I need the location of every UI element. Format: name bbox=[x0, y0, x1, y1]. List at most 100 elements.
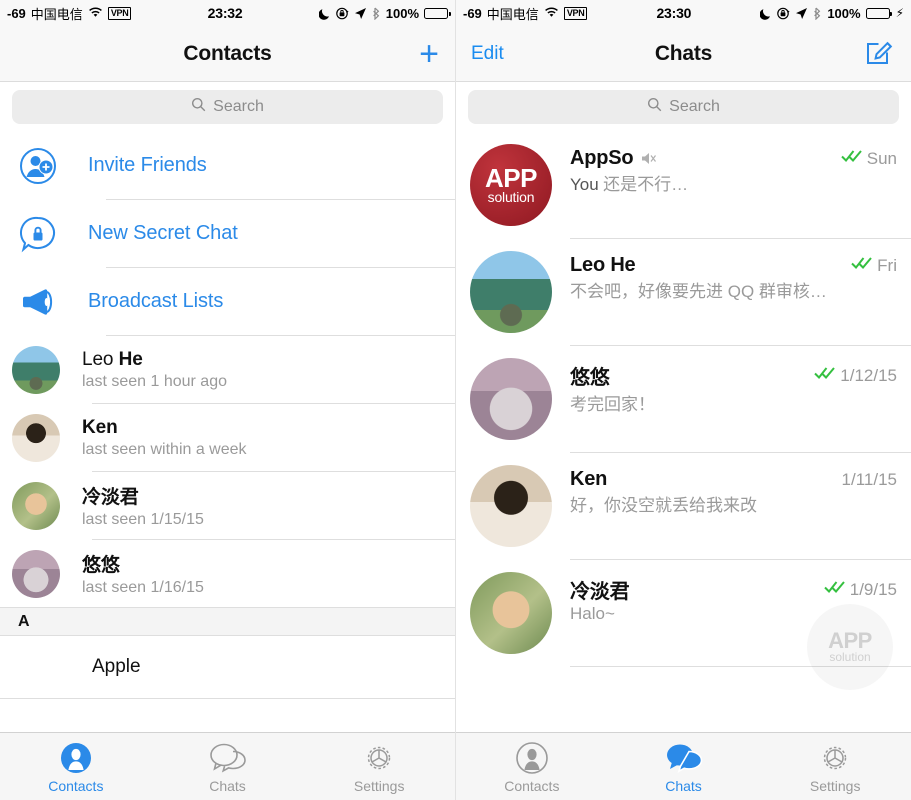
add-person-icon bbox=[18, 146, 58, 186]
avatar-logo-line2: solution bbox=[487, 188, 535, 205]
contact-row[interactable]: 悠悠 last seen 1/16/15 bbox=[0, 540, 455, 607]
chat-preview: 还是不行… bbox=[603, 175, 689, 194]
chat-row[interactable]: APP solution AppSo Sun You 还是不行… bbox=[456, 132, 911, 238]
avatar: APP solution bbox=[470, 144, 552, 226]
contact-row[interactable]: 冷淡君 last seen 1/15/15 bbox=[0, 472, 455, 539]
clock: 23:30 bbox=[656, 5, 692, 21]
moon-icon bbox=[318, 7, 331, 20]
tab-label: Contacts bbox=[48, 777, 104, 794]
avatar bbox=[470, 572, 552, 654]
chats-list: APP solution AppSo Sun You 还是不行… Leo He … bbox=[456, 132, 911, 667]
person-icon bbox=[60, 740, 92, 774]
invite-friends-row[interactable]: Invite Friends bbox=[0, 132, 455, 199]
search-placeholder: Search bbox=[213, 98, 264, 115]
contact-row-apple[interactable]: Apple bbox=[0, 636, 455, 698]
avatar bbox=[470, 358, 552, 440]
chat-timestamp: Fri bbox=[877, 255, 897, 275]
chat-preview: 不会吧，好像要先进 QQ 群审核… bbox=[570, 282, 827, 301]
avatar bbox=[12, 481, 60, 530]
moon-icon bbox=[760, 7, 772, 20]
chat-timestamp: 1/12/15 bbox=[840, 365, 897, 385]
chat-preview: 考完回家！ bbox=[570, 395, 655, 414]
edit-button[interactable]: Edit bbox=[471, 43, 504, 65]
signal-strength: -69 bbox=[463, 5, 482, 21]
avatar bbox=[12, 345, 60, 394]
contact-name: 冷淡君 bbox=[82, 487, 139, 508]
battery-percent: 100% bbox=[827, 5, 861, 21]
chat-row[interactable]: 冷淡君 1/9/15 Halo~ bbox=[456, 560, 911, 666]
chat-row[interactable]: Leo He Fri 不会吧，好像要先进 QQ 群审核… bbox=[456, 239, 911, 345]
contact-name: Ken bbox=[82, 416, 118, 438]
tab-contacts[interactable]: Contacts bbox=[0, 740, 152, 794]
search-input[interactable]: Search bbox=[468, 90, 899, 124]
contact-last-seen: last seen within a week bbox=[82, 440, 247, 458]
search-icon bbox=[191, 97, 206, 117]
search-container-chats: Search bbox=[456, 82, 911, 132]
chat-name: AppSo bbox=[570, 147, 634, 169]
location-arrow-icon bbox=[354, 7, 367, 20]
signal-strength: -69 bbox=[7, 5, 26, 21]
chat-timestamp: Sun bbox=[866, 148, 897, 168]
chat-timestamp: 1/9/15 bbox=[849, 579, 897, 599]
tab-label: Settings bbox=[353, 777, 405, 794]
tab-settings[interactable]: Settings bbox=[303, 740, 455, 794]
chat-bubbles-icon bbox=[209, 740, 247, 774]
avatar bbox=[12, 549, 60, 598]
chat-timestamp: 1/11/15 bbox=[841, 469, 897, 489]
dual-screenshot: -69 中国电信 VPN 23:32 100% Contacts + Searc… bbox=[0, 0, 911, 800]
contact-row[interactable]: Ken last seen within a week bbox=[0, 404, 455, 471]
vpn-indicator: VPN bbox=[107, 6, 132, 20]
row-divider bbox=[570, 666, 911, 667]
tab-label: Contacts bbox=[504, 777, 560, 794]
search-container-contacts: Search bbox=[0, 82, 455, 132]
battery-percent: 100% bbox=[385, 5, 419, 21]
read-receipt-icon bbox=[824, 580, 846, 599]
avatar-logo-line1: APP bbox=[485, 162, 537, 193]
read-receipt-icon bbox=[814, 366, 836, 385]
tab-label: Chats bbox=[665, 777, 702, 794]
tab-settings[interactable]: Settings bbox=[759, 740, 911, 794]
tab-contacts[interactable]: Contacts bbox=[456, 740, 608, 794]
gear-icon bbox=[819, 740, 851, 774]
mute-icon bbox=[640, 151, 657, 166]
plus-icon[interactable]: + bbox=[419, 37, 439, 71]
status-bar-right: -69 中国电信 VPN 23:30 100% ⚡ bbox=[456, 0, 911, 26]
chat-row[interactable]: Ken 1/11/15 好，你没空就丢给我来改 bbox=[456, 453, 911, 559]
read-receipt-icon bbox=[851, 256, 873, 275]
compose-button[interactable] bbox=[865, 36, 895, 71]
chat-sender: You bbox=[570, 175, 599, 194]
tab-bar-left: Contacts Chats Settings bbox=[0, 732, 455, 800]
add-contact-button[interactable]: + bbox=[419, 37, 439, 71]
nav-bar-contacts: Contacts + bbox=[0, 26, 455, 82]
chats-screen: -69 中国电信 VPN 23:30 100% ⚡ Edit Chats Sea… bbox=[455, 0, 911, 800]
chat-row[interactable]: 悠悠 1/12/15 考完回家！ bbox=[456, 346, 911, 452]
invite-friends-label: Invite Friends bbox=[88, 154, 207, 176]
contact-name: 悠悠 bbox=[82, 555, 120, 576]
avatar bbox=[470, 465, 552, 547]
tab-chats[interactable]: Chats bbox=[608, 740, 760, 794]
tab-label: Chats bbox=[209, 777, 246, 794]
broadcast-lists-label: Broadcast Lists bbox=[88, 290, 224, 312]
carrier-name: 中国电信 bbox=[30, 6, 83, 22]
lock-chat-icon bbox=[18, 214, 58, 254]
search-placeholder: Search bbox=[669, 98, 720, 115]
battery-icon bbox=[424, 7, 451, 19]
vpn-indicator: VPN bbox=[563, 6, 588, 20]
location-arrow-icon bbox=[795, 7, 808, 20]
contact-row[interactable]: Leo He last seen 1 hour ago bbox=[0, 336, 455, 403]
compose-icon[interactable] bbox=[865, 36, 895, 71]
new-secret-chat-label: New Secret Chat bbox=[88, 222, 238, 244]
tab-chats[interactable]: Chats bbox=[152, 740, 304, 794]
chat-name: Ken bbox=[570, 468, 608, 490]
clock: 23:32 bbox=[207, 5, 243, 21]
contacts-screen: -69 中国电信 VPN 23:32 100% Contacts + Searc… bbox=[0, 0, 455, 800]
chat-name: 悠悠 bbox=[570, 367, 610, 389]
wifi-icon bbox=[544, 5, 559, 21]
megaphone-icon bbox=[18, 282, 58, 322]
search-input[interactable]: Search bbox=[12, 90, 443, 124]
new-secret-chat-row[interactable]: New Secret Chat bbox=[0, 200, 455, 267]
broadcast-lists-row[interactable]: Broadcast Lists bbox=[0, 268, 455, 335]
contact-last-seen: last seen 1 hour ago bbox=[82, 372, 227, 390]
tab-bar-right: Contacts Chats Settings bbox=[456, 732, 911, 800]
chat-bubbles-icon bbox=[665, 740, 703, 774]
